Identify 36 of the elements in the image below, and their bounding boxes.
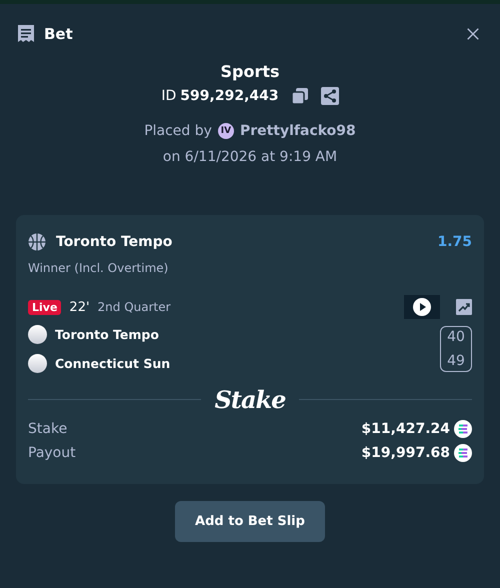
team-name: Toronto Tempo	[55, 327, 159, 342]
placed-by-label: Placed by	[144, 123, 212, 139]
amount-label: Payout	[28, 445, 77, 461]
team-logo-icon	[28, 354, 47, 373]
amount-label: Stake	[28, 421, 68, 437]
odds-value: 1.75	[437, 234, 472, 250]
bet-id: 599,292,443	[180, 88, 279, 104]
live-badge: Live	[28, 300, 62, 314]
team-name: Connecticut Sun	[55, 356, 170, 371]
copy-icon[interactable]	[290, 87, 309, 105]
match-clock: 22'	[69, 300, 90, 314]
share-icon[interactable]	[320, 87, 339, 105]
play-button[interactable]	[404, 295, 440, 319]
play-icon	[413, 298, 431, 316]
selection-name: Toronto Tempo	[56, 234, 172, 250]
user-rank-badge: IV	[218, 123, 234, 139]
modal-title: Bet	[44, 25, 73, 43]
basketball-icon	[28, 233, 46, 251]
bet-category: Sports	[220, 62, 280, 81]
match-period: 2nd Quarter	[98, 300, 171, 314]
coin-icon	[454, 420, 472, 438]
market-name: Winner (Incl. Overtime)	[28, 261, 170, 275]
bet-id-label: ID	[161, 88, 176, 104]
placed-date: on 6/11/2026 at 9:19 AM	[162, 149, 338, 165]
team-score: 49	[447, 353, 465, 369]
brand-logo: Stake	[214, 385, 286, 414]
add-to-bet-slip-button[interactable]: Add to Bet Slip	[175, 501, 325, 542]
receipt-icon	[16, 24, 36, 44]
team-score: 40	[447, 329, 465, 345]
coin-icon	[454, 444, 472, 462]
amount-value: $11,427.24	[361, 421, 450, 437]
close-icon[interactable]	[466, 27, 480, 41]
chart-icon[interactable]	[456, 299, 472, 315]
team-logo-icon	[28, 325, 47, 344]
username-link[interactable]: Prettylfacko98	[240, 123, 356, 139]
amount-value: $19,997.68	[361, 445, 450, 461]
